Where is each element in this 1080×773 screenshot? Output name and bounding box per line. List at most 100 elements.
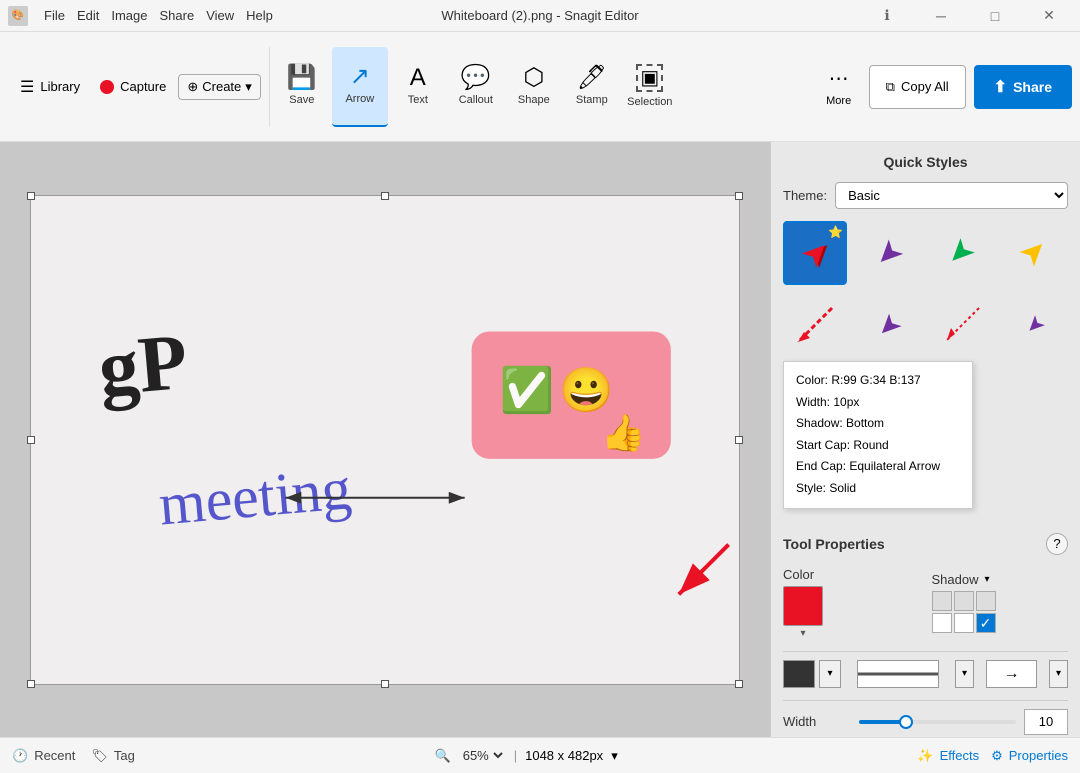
- line-color-button[interactable]: [783, 660, 815, 688]
- capture-icon: [100, 80, 114, 94]
- create-button[interactable]: ⊕ Create ▾: [178, 74, 260, 100]
- shape-label: Shape: [518, 94, 550, 107]
- recent-button[interactable]: 🕐 Recent: [12, 748, 75, 764]
- menu-edit[interactable]: Edit: [77, 8, 99, 23]
- effects-label: Effects: [940, 748, 980, 763]
- styles-grid: ➤ ⭐ ➤ ➤ ➤: [783, 221, 1068, 357]
- properties-button[interactable]: ⚙ Properties: [991, 748, 1068, 764]
- share-label: Share: [1013, 79, 1052, 95]
- search-icon: 🔍: [435, 748, 451, 764]
- text-label: Text: [408, 94, 428, 107]
- share-button[interactable]: ⬆ Share: [974, 65, 1072, 109]
- tag-label: Tag: [114, 748, 135, 763]
- shadow-cell-2[interactable]: [976, 591, 996, 611]
- quick-styles-panel: Quick Styles Theme: Basic ➤ ⭐ ➤: [771, 142, 1080, 521]
- callout-button[interactable]: 💬 Callout: [448, 47, 504, 127]
- width-value[interactable]: 10: [1024, 709, 1068, 735]
- callout-icon: 💬: [461, 66, 491, 90]
- tooltip-shadow: Shadow: Bottom: [796, 413, 960, 435]
- menu-file[interactable]: File: [44, 8, 65, 23]
- color-dropdown[interactable]: ▾: [783, 586, 823, 639]
- copy-icon: ⧉: [886, 79, 895, 95]
- dimensions-label: 1048 x 482px: [525, 748, 603, 763]
- shadow-cell-0[interactable]: [932, 591, 952, 611]
- close-button[interactable]: ✕: [1026, 0, 1072, 32]
- style-item-4[interactable]: [783, 293, 847, 357]
- arrow-end-dropdown[interactable]: ▾: [1049, 660, 1068, 688]
- title-bar-left: 🎨 File Edit Image Share View Help: [8, 6, 273, 26]
- width-row: Width 10: [783, 709, 1068, 735]
- arrow-button[interactable]: ↗ Arrow: [332, 47, 388, 127]
- tool-props-title: Tool Properties: [783, 536, 885, 552]
- effects-button[interactable]: ✨ Effects: [917, 748, 979, 764]
- style-item-0[interactable]: ➤ ⭐: [783, 221, 847, 285]
- width-slider[interactable]: [859, 720, 1016, 724]
- create-icon: ⊕: [187, 79, 198, 95]
- star-badge-0: ⭐: [828, 225, 843, 239]
- menu-bar: File Edit Image Share View Help: [44, 8, 273, 23]
- more-button[interactable]: ⋯ More: [817, 47, 861, 127]
- callout-label: Callout: [459, 94, 493, 107]
- line-style-dropdown[interactable]: ▾: [955, 660, 974, 688]
- menu-view[interactable]: View: [206, 8, 234, 23]
- library-label: Library: [40, 79, 80, 94]
- line-color-control: ▾: [783, 660, 841, 688]
- style-item-1[interactable]: ➤: [856, 221, 920, 285]
- width-thumb[interactable]: [899, 715, 913, 729]
- shadow-label: Shadow: [932, 572, 979, 587]
- color-swatch[interactable]: [783, 586, 823, 626]
- save-button[interactable]: 💾 Save: [274, 47, 330, 127]
- menu-image[interactable]: Image: [111, 8, 147, 23]
- arrow-icon: ↗: [350, 65, 370, 89]
- shadow-cell-3[interactable]: [932, 613, 952, 633]
- shadow-grid: ✓: [932, 591, 996, 633]
- style-arrow-icon-7: ➤: [1019, 309, 1050, 340]
- properties-icon: ⚙: [991, 748, 1003, 764]
- capture-button[interactable]: Capture: [92, 75, 174, 98]
- canvas-area[interactable]: gP meeting ✅ 😀: [0, 142, 770, 737]
- style-item-5[interactable]: ➤: [856, 293, 920, 357]
- stamp-button[interactable]: 🖊 Stamp: [564, 47, 620, 127]
- style-item-2[interactable]: ➤: [930, 221, 994, 285]
- menu-help[interactable]: Help: [246, 8, 273, 23]
- arrow-end-button[interactable]: →: [986, 660, 1037, 688]
- library-button[interactable]: ☰ Library: [12, 73, 88, 101]
- app-icon: 🎨: [8, 6, 28, 26]
- line-color-dropdown[interactable]: ▾: [819, 660, 841, 688]
- toolbar-tools: 💾 Save ↗ Arrow A Text 💬 Callout ⬡ Shape …: [274, 47, 678, 127]
- tool-props-header: Tool Properties ?: [783, 533, 1068, 555]
- color-section: Color ▾: [783, 567, 920, 639]
- canvas-container: gP meeting ✅ 😀: [30, 195, 740, 685]
- shadow-cell-1[interactable]: [954, 591, 974, 611]
- maximize-button[interactable]: □: [972, 0, 1018, 32]
- toolbar-right: ⋯ More ⧉ Copy All ⬆ Share: [817, 47, 1072, 127]
- style-svg-6: [937, 300, 987, 350]
- properties-label: Properties: [1009, 748, 1068, 763]
- svg-text:gP: gP: [95, 317, 191, 412]
- copy-all-button[interactable]: ⧉ Copy All: [869, 65, 966, 109]
- info-button[interactable]: ℹ: [864, 0, 910, 32]
- toolbar-nav: ☰ Library Capture ⊕ Create ▾: [8, 47, 270, 127]
- minimize-button[interactable]: ─: [918, 0, 964, 32]
- recent-label: Recent: [34, 748, 75, 763]
- shadow-cell-4[interactable]: [954, 613, 974, 633]
- selection-button[interactable]: ▣ Selection: [622, 47, 678, 127]
- menu-share[interactable]: Share: [160, 8, 195, 23]
- stamp-label: Stamp: [576, 94, 608, 107]
- style-item-7[interactable]: ➤: [1003, 293, 1067, 357]
- style-item-6[interactable]: [930, 293, 994, 357]
- style-arrow-icon-3: ➤: [1012, 230, 1058, 276]
- theme-select[interactable]: Basic: [835, 182, 1068, 209]
- shadow-section: Shadow ▾ ✓: [932, 572, 1069, 633]
- style-item-3[interactable]: ➤: [1003, 221, 1067, 285]
- text-button[interactable]: A Text: [390, 47, 446, 127]
- tag-button[interactable]: 🏷 Tag: [91, 748, 134, 764]
- shadow-cell-5[interactable]: ✓: [976, 613, 996, 633]
- style-svg-4: [790, 300, 840, 350]
- zoom-select[interactable]: 65%: [459, 747, 506, 764]
- svg-text:meeting: meeting: [156, 455, 353, 538]
- line-style-button[interactable]: [857, 660, 939, 688]
- help-button[interactable]: ?: [1046, 533, 1068, 555]
- shape-button[interactable]: ⬡ Shape: [506, 47, 562, 127]
- style-arrow-icon-2: ➤: [939, 230, 985, 276]
